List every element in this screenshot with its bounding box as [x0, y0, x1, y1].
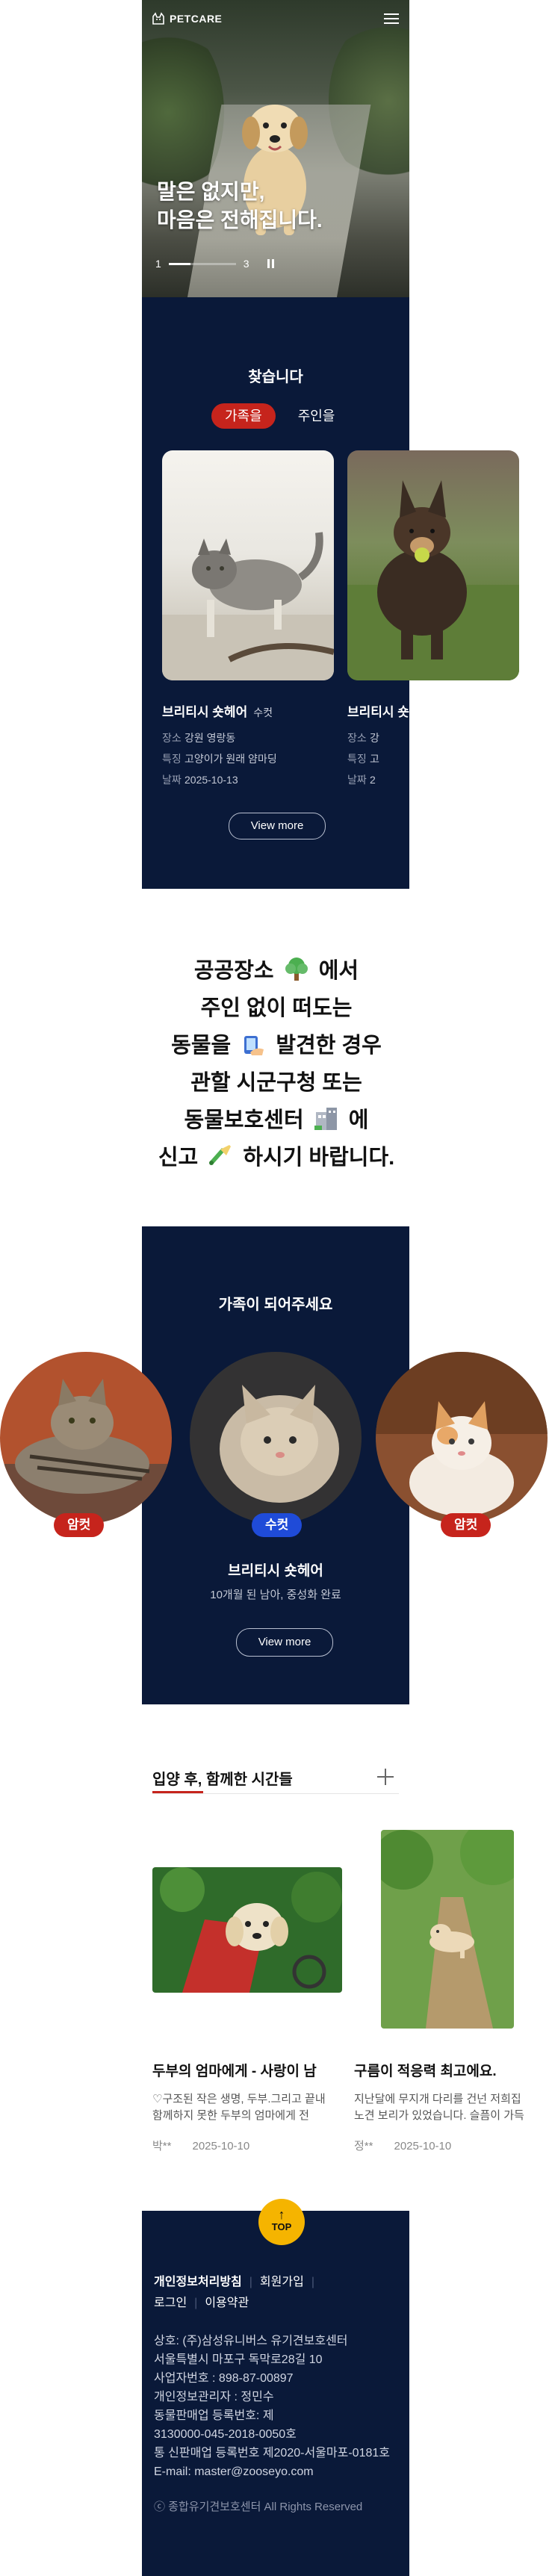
story-title: 구름이 적응력 최고에요.: [354, 2064, 497, 2079]
story-card[interactable]: 구름이 적응력 최고에요. 지난달에 무지개 다리를 건넌 저희집 노견 보리가 …: [354, 1830, 552, 2158]
tree-icon: [285, 958, 308, 981]
story-date: 2025-10-10: [394, 2140, 452, 2153]
tab-owner[interactable]: 주인을: [285, 403, 349, 429]
card-place-row: 장소 강: [347, 732, 379, 744]
site-logo[interactable]: PETCARE: [151, 12, 222, 25]
pause-icon[interactable]: [267, 259, 275, 268]
adopt-pet-photo[interactable]: [376, 1352, 548, 1524]
female-badge: 암컷: [54, 1513, 105, 1537]
slide-progress-bar: [168, 262, 236, 265]
plus-icon[interactable]: [377, 1769, 394, 1785]
hero-title-line1: 말은 없지만,: [157, 180, 265, 203]
copyright: ⓒ 종합유기견보호센터 All Rights Reserved: [154, 2501, 363, 2513]
find-heading: 찾습니다: [248, 369, 303, 385]
logo-text: PETCARE: [170, 13, 223, 25]
story-title: 두부의 엄마에게 - 사랑이 남: [152, 2064, 317, 2079]
card-pet-sex: 수컷: [253, 707, 273, 719]
building-icon: [314, 1108, 337, 1130]
privacy-policy-link[interactable]: 개인정보처리방침: [154, 2276, 242, 2288]
link-separator: |: [194, 2297, 198, 2309]
hamburger-icon[interactable]: [384, 13, 399, 25]
adopt-pet-photo[interactable]: [190, 1352, 362, 1524]
signup-link[interactable]: 회원가입: [260, 2276, 304, 2288]
top-navigation: PETCARE: [142, 0, 409, 42]
story-desc: 지난달에 무지개 다리를 건넌 저희집 노견 보리가 있었습니다. 슬픔이 가득: [354, 2093, 524, 2122]
slide-progress-fill: [168, 262, 191, 265]
story-author: 정**: [354, 2140, 373, 2153]
stories-heading-underline: [152, 1791, 203, 1793]
story-author: 박**: [152, 2140, 172, 2153]
adopt-view-more-button[interactable]: View more: [236, 1628, 333, 1657]
link-separator: |: [249, 2276, 252, 2288]
story-desc: ♡구조된 작은 생명, 두부.그리고 끝내 함께하지 못한 두부의 엄마에게 전: [152, 2093, 326, 2122]
tab-family[interactable]: 가족을: [211, 403, 276, 429]
card-place-row: 장소 강원 영랑동: [162, 732, 236, 744]
adopt-pet-photo[interactable]: [0, 1352, 172, 1524]
find-tabs: 가족을 주인을: [211, 403, 348, 429]
lost-pet-card[interactable]: 브리티시 숏헤어 장소 강 특징 고 날짜 2: [347, 450, 519, 794]
top-label: TOP: [271, 2221, 292, 2232]
story-meta: 박** 2025-10-10: [152, 2138, 249, 2153]
lost-pet-card[interactable]: 브리티시 숏헤어 수컷 장소 강원 영랑동 특징 고양이가 원래 얌마딩 날짜 2025…: [162, 450, 334, 787]
slide-current: 1: [155, 258, 161, 270]
hero-banner: PETCARE 말은 없지만, 마음은 전해집니다. 1 3: [142, 0, 409, 297]
story-meta: 정** 2025-10-10: [354, 2138, 451, 2153]
report-notice: 공공장소 에서 주인 없이 떠도는 동물을 발견한 경우 관할 시군구청 또는 …: [97, 952, 456, 1176]
card-pet-name: 브리티시 숏헤어 수컷: [162, 705, 273, 719]
hero-title: 말은 없지만, 마음은 전해집니다.: [157, 178, 323, 235]
card-date-row: 날짜 2: [347, 774, 376, 786]
phone-hand-icon: [244, 1036, 264, 1055]
company-info: 상호: (주)삼성유니버스 유기견보호센터 서울특별시 마포구 독막로28길 1…: [154, 2335, 390, 2478]
story-date: 2025-10-10: [192, 2140, 250, 2153]
female-badge: 암컷: [441, 1513, 491, 1537]
stories-heading: 입양 후, 함께한 시간들: [152, 1772, 293, 1788]
terms-link[interactable]: 이용약관: [205, 2297, 249, 2309]
find-view-more-button[interactable]: View more: [229, 813, 326, 839]
story-card[interactable]: 두부의 엄마에게 - 사랑이 남 ♡구조된 작은 생명, 두부.그리고 끝내 함께…: [152, 1830, 347, 2158]
lost-dog-photo: [347, 450, 519, 680]
male-badge: 수컷: [252, 1513, 303, 1537]
slide-total: 3: [243, 258, 249, 270]
adopt-heading: 가족이 되어주세요: [218, 1297, 333, 1313]
card-pet-name: 브리티시 숏헤어: [347, 705, 433, 719]
footer-links: 개인정보처리방침 | 회원가입 | 로그인 | 이용약관: [154, 2272, 378, 2314]
card-feature-row: 특징 고양이가 원래 얌마딩: [162, 753, 277, 765]
paw-logo-icon: [152, 12, 164, 25]
adopt-pet-desc: 10개월 된 남아, 중성화 완료: [210, 1589, 341, 1601]
login-link[interactable]: 로그인: [154, 2297, 187, 2309]
arrow-up-icon: ↑: [278, 2207, 285, 2222]
card-date-row: 날짜 2025-10-13: [162, 774, 238, 786]
scroll-top-button[interactable]: ↑ TOP: [258, 2199, 305, 2245]
megaphone-icon: [209, 1145, 232, 1165]
adopt-pet-name: 브리티시 숏헤어: [228, 1563, 323, 1579]
lost-cat-photo: [162, 450, 334, 680]
link-separator: |: [311, 2276, 314, 2288]
card-feature-row: 특징 고: [347, 753, 379, 765]
story-photo-puppy-path: [381, 1830, 514, 2029]
slide-indicator: 1 3: [155, 258, 275, 270]
story-photo-puppy-bag: [152, 1867, 342, 1993]
stories-divider: [152, 1793, 399, 1794]
hero-title-line2: 마음은 전해집니다.: [157, 208, 323, 232]
